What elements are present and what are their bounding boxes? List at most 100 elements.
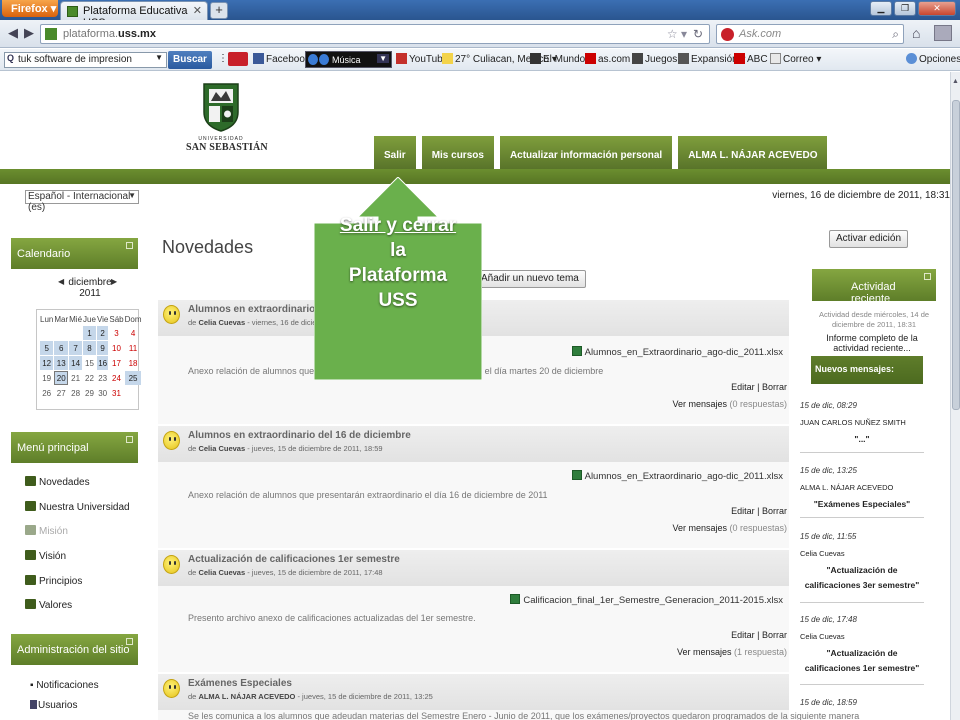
post-author[interactable]: Celia Cuevas — [198, 568, 245, 577]
home-icon[interactable]: ⌂ — [912, 25, 920, 41]
search-magnifier-icon[interactable]: ⌕ — [892, 27, 899, 42]
bookmark-as[interactable]: as.com ▾ — [585, 53, 638, 65]
play-icon[interactable] — [308, 54, 318, 65]
menu-item-principios[interactable]: Principios — [25, 574, 130, 600]
user-avatar[interactable] — [163, 679, 180, 698]
firefox-menu-button[interactable]: Firefox ▾ — [2, 0, 58, 17]
new-topic-button[interactable]: Añadir un nuevo tema — [474, 270, 586, 288]
activity-subject-link[interactable]: "Exámenes Especiales" — [800, 497, 924, 512]
menu-item-label: Principios — [39, 575, 83, 587]
volume-icon[interactable] — [319, 54, 329, 65]
collapse-icon[interactable] — [126, 638, 133, 645]
tab-user-name[interactable]: ALMA L. NÁJAR ACEVEDO — [678, 136, 828, 169]
vertical-scrollbar[interactable]: ▲ — [950, 72, 960, 720]
reload-icon[interactable]: ↻ — [693, 27, 703, 41]
post-author[interactable]: Celia Cuevas — [198, 318, 245, 327]
delete-link[interactable]: Borrar — [762, 382, 787, 392]
admin-item-notificaciones[interactable]: ▪ Notificaciones — [30, 680, 99, 700]
delete-link[interactable]: Borrar — [762, 506, 787, 516]
post-attachment[interactable]: Calificacion_final_1er_Semestre_Generaci… — [510, 594, 783, 606]
calendar-day[interactable]: 8 — [83, 341, 96, 355]
post-author[interactable]: ALMA L. NÁJAR ACEVEDO — [198, 692, 295, 701]
page-icon — [25, 550, 36, 561]
user-avatar[interactable] — [163, 431, 180, 450]
search-engine-icon[interactable] — [721, 28, 734, 41]
bookmark-correo[interactable]: Correo ▾ — [770, 53, 821, 65]
user-avatar[interactable] — [163, 305, 180, 324]
address-bar[interactable]: plataforma.uss.mx ☆ ▾ ↻ — [40, 24, 710, 44]
browser-tab[interactable]: Plataforma Educativa USS ✕ — [60, 1, 208, 29]
minimize-button[interactable]: ▁ — [870, 1, 892, 16]
scroll-up-icon[interactable]: ▲ — [952, 78, 959, 85]
calendar-day[interactable]: 16 — [96, 356, 109, 370]
menu-item-vision[interactable]: Visión — [25, 550, 130, 575]
calendar-day[interactable]: 7 — [69, 341, 83, 355]
bookmark-elmundo[interactable]: El Mundo ▾ — [530, 53, 593, 65]
calendar-day[interactable]: 25 — [124, 371, 142, 385]
calendar-day[interactable]: 12 — [40, 356, 54, 370]
ask-icon[interactable] — [228, 52, 250, 67]
chevron-down-icon[interactable]: ▼ — [377, 54, 389, 63]
tab-mis-cursos[interactable]: Mis cursos — [421, 136, 494, 169]
post-attachment[interactable]: Alumnos_en_Extraordinario_ago-dic_2011.x… — [571, 470, 783, 482]
addon-button[interactable] — [934, 25, 952, 41]
close-window-button[interactable]: ✕ — [918, 1, 956, 16]
calendar-day[interactable]: 13 — [54, 356, 69, 370]
post-header: Actualización de calificaciones 1er seme… — [158, 550, 789, 586]
calendar-day[interactable]: 1 — [83, 326, 96, 340]
tab-salir[interactable]: Salir — [374, 136, 416, 169]
calendar-day[interactable]: 9 — [96, 341, 109, 355]
calendar-day[interactable]: 5 — [40, 341, 54, 355]
calendar-day[interactable]: 20 — [54, 371, 69, 385]
site-identity-icon[interactable] — [45, 28, 57, 40]
tab-close-icon[interactable]: ✕ — [193, 4, 202, 17]
chevron-down-icon[interactable]: ▼ — [128, 191, 136, 200]
university-logo[interactable]: UNIVERSIDAD SAN SEBASTIÁN — [186, 82, 268, 160]
menu-item-nuestra-universidad[interactable]: Nuestra Universidad — [25, 500, 130, 526]
menu-item-novedades[interactable]: Novedades — [25, 476, 130, 501]
activity-subject-link[interactable]: "..." — [800, 432, 924, 447]
activity-subject-link[interactable]: "Actualización de calificaciones 1er sem… — [800, 646, 924, 676]
collapse-icon[interactable] — [924, 273, 931, 280]
collapse-icon[interactable] — [126, 436, 133, 443]
view-messages-link[interactable]: Ver mensajes (0 respuestas) — [672, 523, 787, 533]
post-by: de — [188, 692, 199, 701]
bookmark-youtube[interactable]: YouTube — [396, 53, 448, 65]
edit-link[interactable]: Editar — [731, 630, 755, 640]
post-author[interactable]: Celia Cuevas — [198, 444, 245, 453]
tab-actualizar-informacion[interactable]: Actualizar información personal — [499, 136, 673, 169]
language-select[interactable]: Español - Internacional (es) ▼ — [25, 190, 139, 213]
chevron-down-icon[interactable]: ▼ — [155, 53, 163, 62]
search-bar[interactable]: Ask.com ⌕ — [716, 24, 904, 44]
as-icon — [585, 53, 596, 64]
calendar-next-icon[interactable]: ▶ — [111, 277, 117, 286]
opciones-button[interactable]: Opciones ▾ — [906, 53, 960, 65]
edit-link[interactable]: Editar — [731, 506, 755, 516]
toolbar-search-input[interactable]: tuk software de impresion ▼ — [4, 52, 167, 68]
toolbar-search-button[interactable]: Buscar — [168, 51, 212, 69]
delete-link[interactable]: Borrar — [762, 630, 787, 640]
menu-item-mision[interactable]: Misión — [25, 525, 130, 550]
music-player[interactable]: Música ▼ — [305, 51, 392, 68]
activity-subject-link[interactable]: "Actualización de calificaciones 3er sem… — [800, 563, 924, 593]
turn-editing-on-button[interactable]: Activar edición — [829, 230, 909, 248]
user-avatar[interactable] — [163, 555, 180, 574]
calendar-weekday: Mié — [69, 315, 83, 324]
view-messages-link[interactable]: Ver mensajes (1 respuesta) — [677, 647, 787, 657]
scrollbar-thumb[interactable] — [952, 100, 960, 410]
forward-button[interactable]: ▶ — [20, 24, 38, 42]
maximize-button[interactable]: ❐ — [894, 1, 916, 16]
new-tab-button[interactable]: + — [210, 2, 228, 19]
collapse-icon[interactable] — [126, 242, 133, 249]
view-messages-link[interactable]: Ver mensajes (0 respuestas) — [672, 399, 787, 409]
edit-link[interactable]: Editar — [731, 382, 755, 392]
bookmark-star-icon[interactable]: ☆ ▾ — [667, 27, 687, 41]
calendar-day[interactable]: 2 — [96, 326, 109, 340]
calendar-day[interactable]: 14 — [69, 356, 83, 370]
admin-item-usuarios[interactable]: Usuarios — [30, 700, 99, 720]
top-navigation: Salir Mis cursos Actualizar información … — [374, 136, 828, 169]
menu-item-valores[interactable]: Valores — [25, 599, 130, 624]
full-activity-report-link[interactable]: Informe completo de la actividad recient… — [808, 333, 936, 353]
calendar-day[interactable]: 6 — [54, 341, 69, 355]
post-attachment[interactable]: Alumnos_en_Extraordinario_ago-dic_2011.x… — [571, 346, 783, 358]
